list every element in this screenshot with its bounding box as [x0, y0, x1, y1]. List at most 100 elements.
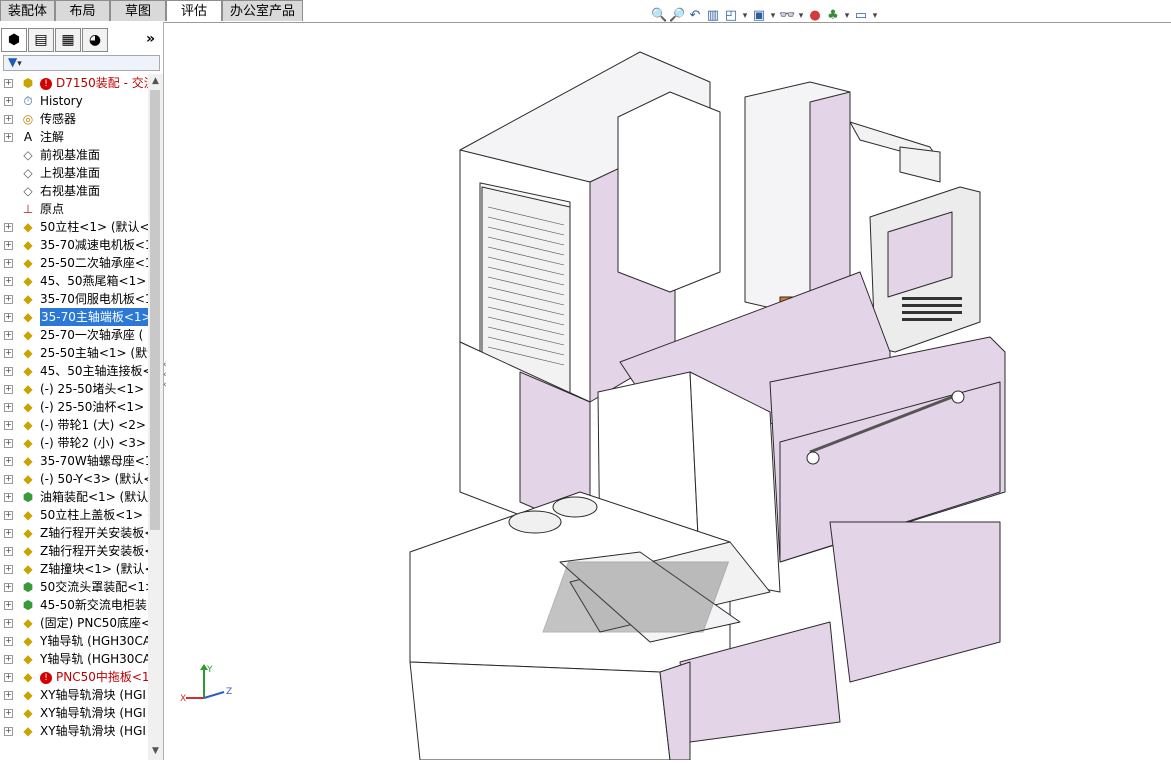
tab-layout[interactable]: 布局 — [55, 0, 110, 21]
tab-evaluate[interactable]: 评估 — [166, 0, 222, 21]
tree-item[interactable]: + ◆! PNC50中拖板<1 — [0, 668, 148, 686]
tree-item-text: 50交流头罩装配<1> — [40, 580, 148, 594]
tree-item[interactable]: + ◆ 25-50二次轴承座<1 — [0, 254, 148, 272]
tree-item[interactable]: ◇ 前视基准面 — [0, 146, 148, 164]
tree-item-text: (-) 带轮2 (小) <3> — [40, 436, 146, 450]
expand-icon[interactable]: + — [4, 709, 13, 718]
tree-item[interactable]: + ◆ 35-70主轴端板<1> — [0, 308, 148, 326]
tree-item[interactable]: + ⬢ 油箱装配<1> (默认 — [0, 488, 148, 506]
filter-icon[interactable]: ▼▾ — [8, 55, 22, 69]
tree-item[interactable]: + ◆ (-) 25-50堵头<1> ( — [0, 380, 148, 398]
tab-office-products[interactable]: 办公室产品 — [222, 0, 303, 21]
expand-icon[interactable]: + — [4, 565, 13, 574]
tree-item[interactable]: + A 注解 — [0, 128, 148, 146]
expand-icon[interactable]: + — [4, 115, 13, 124]
scroll-down-icon[interactable]: ▼ — [150, 746, 161, 757]
expand-icon[interactable]: + — [4, 601, 13, 610]
tree-item[interactable]: + ◆ (-) 带轮1 (大) <2> — [0, 416, 148, 434]
expand-icon[interactable]: + — [4, 619, 13, 628]
scrollbar-thumb[interactable] — [150, 90, 160, 530]
expand-icon[interactable]: + — [4, 223, 13, 232]
tree-item[interactable]: + ◆ Z轴撞块<1> (默认< — [0, 560, 148, 578]
property-manager-icon[interactable]: ▤ — [28, 28, 54, 52]
tree-item[interactable]: + ◆ 50立柱上盖板<1> ( — [0, 506, 148, 524]
tree-item[interactable]: + ◆ Y轴导轨 (HGH30CA — [0, 632, 148, 650]
expand-icon[interactable]: + — [4, 673, 13, 682]
expand-icon[interactable]: + — [4, 655, 13, 664]
tree-item-label: 25-50主轴<1> (默认 — [40, 344, 148, 362]
tree-item[interactable]: + ◆ XY轴导轨滑块 (HGI — [0, 686, 148, 704]
expand-icon[interactable]: + — [4, 259, 13, 268]
tree-item[interactable]: + ◆ XY轴导轨滑块 (HGI — [0, 704, 148, 722]
expand-icon[interactable]: + — [4, 727, 13, 736]
feature-manager-icon[interactable]: ⬢ — [1, 28, 27, 52]
tree-item[interactable]: + ⬢ 50交流头罩装配<1> — [0, 578, 148, 596]
tree-item[interactable]: + ◆ 25-50主轴<1> (默认 — [0, 344, 148, 362]
scroll-up-icon[interactable]: ▲ — [150, 76, 161, 87]
y-axis-label: Y — [206, 665, 213, 675]
tree-item[interactable]: + ◆ 25-70一次轴承座 ( — [0, 326, 148, 344]
expand-icon[interactable]: + — [4, 349, 13, 358]
tree-item[interactable]: + ◆ 50立柱<1> (默认<- — [0, 218, 148, 236]
tab-sketch[interactable]: 草图 — [110, 0, 166, 21]
expand-icon[interactable]: + — [4, 277, 13, 286]
tree-item[interactable]: + ⬢! D7150装配 - 交流 - — [0, 74, 148, 92]
plane-icon: ◇ — [23, 148, 33, 162]
expand-icon[interactable]: + — [4, 295, 13, 304]
tree-item[interactable]: + ◆ Z轴行程开关安装板< — [0, 542, 148, 560]
expand-icon[interactable]: + — [4, 439, 13, 448]
expand-icon[interactable]: + — [4, 79, 13, 88]
tree-item[interactable]: + ◆ (-) 25-50油杯<1> ( — [0, 398, 148, 416]
tree-item[interactable]: + ◎ 传感器 — [0, 110, 148, 128]
subassembly-icon: ⬢ — [22, 580, 34, 594]
configuration-manager-icon[interactable]: ▦ — [55, 28, 81, 52]
expand-icon[interactable]: + — [4, 421, 13, 430]
more-tabs-button[interactable]: » — [146, 31, 155, 47]
expand-icon[interactable]: + — [4, 385, 13, 394]
display-manager-icon[interactable]: ◕ — [82, 28, 108, 52]
expand-icon[interactable]: + — [4, 133, 13, 142]
tree-item[interactable]: + ◆ 35-70W轴螺母座<1 — [0, 452, 148, 470]
plane-icon: ◇ — [23, 166, 33, 180]
expand-icon[interactable]: + — [4, 475, 13, 484]
tree-item[interactable]: + ⬢ 45-50新交流电柜装 — [0, 596, 148, 614]
part-icon: ◆ — [23, 724, 33, 738]
expand-icon[interactable]: + — [4, 583, 13, 592]
tree-item[interactable]: + ◆ (-) 带轮2 (小) <3> — [0, 434, 148, 452]
expand-icon[interactable]: + — [4, 691, 13, 700]
expand-icon[interactable]: + — [4, 547, 13, 556]
tree-item[interactable]: + ⏱ History — [0, 92, 148, 110]
tree-item[interactable]: + ◆ Y轴导轨 (HGH30CA — [0, 650, 148, 668]
tree-item[interactable]: ⊥ 原点 — [0, 200, 148, 218]
origin-icon: ⊥ — [22, 202, 34, 216]
tree-item[interactable]: + ◆ 35-70伺服电机板<1 — [0, 290, 148, 308]
tree-item[interactable]: + ◆ Z轴行程开关安装板< — [0, 524, 148, 542]
expand-icon[interactable]: + — [4, 97, 13, 106]
tree-item[interactable]: ◇ 右视基准面 — [0, 182, 148, 200]
tree-filter[interactable]: ▼▾ — [3, 55, 160, 71]
tree-item-label: Z轴行程开关安装板< — [40, 524, 148, 542]
expand-icon[interactable]: + — [4, 313, 13, 322]
graphics-area[interactable] — [170, 22, 1171, 761]
tree-item[interactable]: ◇ 上视基准面 — [0, 164, 148, 182]
tree-item[interactable]: + ◆ 45、50燕尾箱<1> ( — [0, 272, 148, 290]
tree-item-text: 传感器 — [40, 112, 77, 126]
expand-icon[interactable]: + — [4, 403, 13, 412]
tree-item[interactable]: + ◆ 45、50主轴连接板< — [0, 362, 148, 380]
expand-icon[interactable]: + — [4, 331, 13, 340]
tab-assembly[interactable]: 装配体 — [0, 0, 55, 21]
tree-item-text: 50立柱<1> (默认<- — [40, 220, 148, 234]
expand-icon[interactable]: + — [4, 529, 13, 538]
expand-icon[interactable]: + — [4, 493, 13, 502]
tree-item[interactable]: + ◆ XY轴导轨滑块 (HGI — [0, 722, 148, 740]
tree-item[interactable]: + ◆ (固定) PNC50底座< — [0, 614, 148, 632]
expand-icon[interactable]: + — [4, 637, 13, 646]
expand-icon[interactable]: + — [4, 457, 13, 466]
expand-icon[interactable]: + — [4, 511, 13, 520]
tree-scrollbar[interactable]: ▲ ▼ — [148, 74, 163, 760]
part-icon: ◆ — [23, 364, 33, 378]
tree-item[interactable]: + ◆ (-) 50-Y<3> (默认< — [0, 470, 148, 488]
expand-icon[interactable]: + — [4, 241, 13, 250]
tree-item[interactable]: + ◆ 35-70减速电机板<1 — [0, 236, 148, 254]
expand-icon[interactable]: + — [4, 367, 13, 376]
